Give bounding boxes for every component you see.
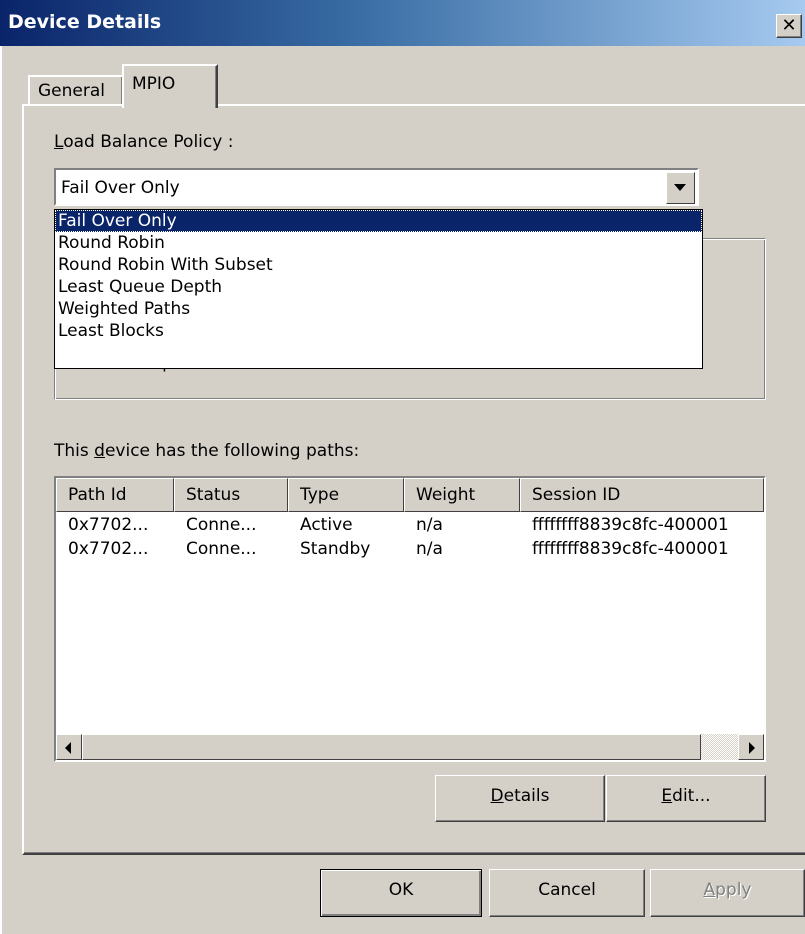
table-row[interactable]: 0x7702... Conne... Standby n/a ffffffff8… (56, 539, 764, 563)
cell-weight: n/a (416, 515, 443, 535)
dropdown-button[interactable] (666, 172, 695, 204)
edit-button[interactable]: Edit... (606, 775, 766, 822)
cell-path-id: 0x7702... (68, 539, 149, 559)
tab-general-label: General (38, 81, 105, 101)
tab-mpio[interactable]: MPIO (122, 64, 218, 108)
cancel-button[interactable]: Cancel (489, 869, 645, 917)
policy-option-fail-over-only[interactable]: Fail Over Only (55, 210, 702, 232)
cell-status: Conne... (186, 539, 257, 559)
policy-option-round-robin[interactable]: Round Robin (55, 232, 702, 254)
cell-status: Conne... (186, 515, 257, 535)
ok-button[interactable]: OK (320, 869, 482, 917)
horizontal-scrollbar[interactable] (56, 734, 764, 760)
column-header-session-id[interactable]: Session ID (520, 478, 764, 512)
cell-type: Active (300, 515, 353, 535)
policy-dropdown-list[interactable]: Fail Over Only Round Robin Round Robin W… (54, 209, 703, 369)
close-icon: ✕ (781, 15, 797, 36)
combobox-value: Fail Over Only (61, 178, 180, 198)
policy-option-weighted-paths[interactable]: Weighted Paths (55, 298, 702, 320)
close-button[interactable]: ✕ (776, 14, 802, 38)
cell-weight: n/a (416, 539, 443, 559)
column-header-weight[interactable]: Weight (404, 478, 520, 512)
chevron-down-icon (674, 184, 686, 191)
column-header-type[interactable]: Type (288, 478, 404, 512)
window-title: Device Details (8, 11, 162, 33)
cell-path-id: 0x7702... (68, 515, 149, 535)
table-row[interactable]: 0x7702... Conne... Active n/a ffffffff88… (56, 515, 764, 539)
column-header-path-id[interactable]: Path Id (56, 478, 174, 512)
cell-session-id: ffffffff8839c8fc-400001 (532, 539, 729, 559)
cell-type: Standby (300, 539, 371, 559)
policy-option-least-blocks[interactable]: Least Blocks (55, 320, 702, 342)
paths-label: This device has the following paths: (54, 441, 360, 461)
column-header-status[interactable]: Status (174, 478, 288, 512)
scroll-left-button[interactable] (56, 734, 82, 760)
paths-listview[interactable]: Path Id Status Type Weight Session ID 0x… (54, 476, 766, 762)
window-frame (0, 46, 2, 934)
load-balance-policy-label: Load Balance Policy : (54, 132, 234, 152)
apply-button[interactable]: Apply (650, 869, 805, 917)
policy-option-round-robin-with-subset[interactable]: Round Robin With Subset (55, 254, 702, 276)
tab-general[interactable]: General (28, 75, 124, 106)
policy-option-least-queue-depth[interactable]: Least Queue Depth (55, 276, 702, 298)
tab-mpio-label: MPIO (132, 74, 176, 94)
cell-session-id: ffffffff8839c8fc-400001 (532, 515, 729, 535)
scrollbar-track[interactable] (701, 734, 738, 760)
scroll-right-button[interactable] (738, 734, 764, 760)
listview-header: Path Id Status Type Weight Session ID (56, 478, 764, 512)
load-balance-policy-combobox[interactable]: Fail Over Only (54, 168, 699, 206)
scroll-left-arrow-icon (65, 742, 71, 754)
scroll-right-arrow-icon (749, 742, 755, 754)
scrollbar-thumb[interactable] (82, 734, 701, 760)
details-button[interactable]: Details (435, 775, 605, 822)
